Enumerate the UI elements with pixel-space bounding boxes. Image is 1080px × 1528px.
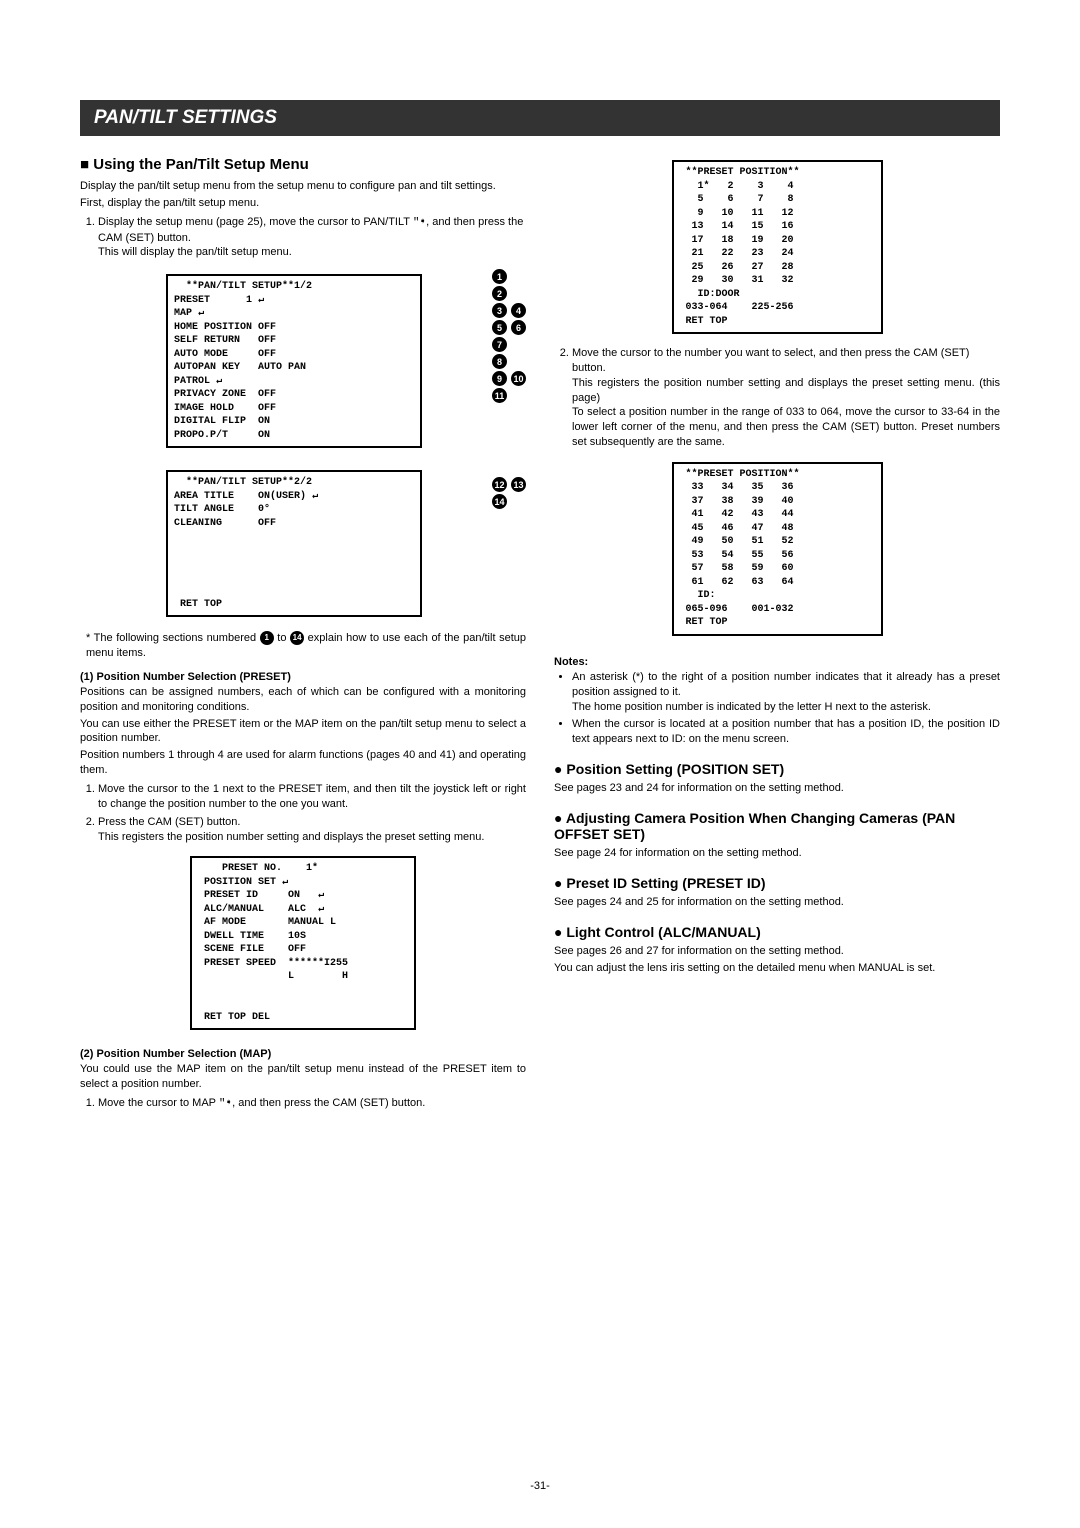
pan-tilt-menu-2-wrap: **PAN/TILT SETUP**2/2 AREA TITLE ON(USER…: [100, 462, 526, 625]
pan-tilt-menu-1-wrap: **PAN/TILT SETUP**1/2 PRESET 1 ↵ MAP ↵ H…: [100, 266, 526, 456]
notes-list: An asterisk (*) to the right of a positi…: [554, 670, 1000, 747]
intro-para-1: Display the pan/tilt setup menu from the…: [80, 179, 526, 194]
note-1: An asterisk (*) to the right of a positi…: [572, 670, 1000, 715]
callout-2: 2: [492, 286, 507, 301]
right-column: **PRESET POSITION** 1* 2 3 4 5 6 7 8 9 1…: [554, 152, 1000, 1116]
note-2: When the cursor is located at a position…: [572, 717, 1000, 747]
sec2-steps: Move the cursor to MAP "➧, and then pres…: [80, 1096, 526, 1112]
pointer-icon: "➧: [219, 1098, 232, 1110]
para-preset-id: See pages 24 and 25 for information on t…: [554, 895, 1000, 910]
preset-position-menu-1: **PRESET POSITION** 1* 2 3 4 5 6 7 8 9 1…: [672, 160, 883, 334]
callout-1: 1: [492, 269, 507, 284]
note-1b: The home position number is indicated by…: [572, 700, 1000, 715]
section-banner: PAN/TILT SETTINGS: [80, 100, 1000, 136]
preset-position-menu-2: **PRESET POSITION** 33 34 35 36 37 38 39…: [672, 462, 883, 636]
right-step2: Move the cursor to the number you want t…: [572, 346, 1000, 450]
heading-position-set: Position Setting (POSITION SET): [554, 761, 1000, 777]
callout-14: 14: [492, 494, 507, 509]
para-position-set: See pages 23 and 24 for information on t…: [554, 781, 1000, 796]
intro-steps: Display the setup menu (page 25), move t…: [80, 215, 526, 261]
preset-menu-wrap: PRESET NO. 1* POSITION SET ↵ PRESET ID O…: [80, 848, 526, 1038]
step-1-note: This will display the pan/tilt setup men…: [98, 245, 526, 260]
para-light-control-2: You can adjust the lens iris setting on …: [554, 961, 1000, 976]
callout-10: 10: [511, 371, 526, 386]
para-light-control: See pages 26 and 27 for information on t…: [554, 944, 1000, 959]
sec1-p1: Positions can be assigned numbers, each …: [80, 685, 526, 715]
right-steps: Move the cursor to the number you want t…: [554, 346, 1000, 450]
intro-para-2: First, display the pan/tilt setup menu.: [80, 196, 526, 211]
sec1-step2: Press the CAM (SET) button. This registe…: [98, 815, 526, 845]
menu-2-callouts: 12 13 14: [492, 462, 526, 510]
pointer-icon: "➧: [413, 217, 426, 229]
right-step2c: To select a position number in the range…: [572, 405, 1000, 450]
callout-12: 12: [492, 477, 507, 492]
left-column: Using the Pan/Tilt Setup Menu Display th…: [80, 152, 526, 1116]
callout-3: 3: [492, 303, 507, 318]
callout-8: 8: [492, 354, 507, 369]
callout-5: 5: [492, 320, 507, 335]
callout-4: 4: [511, 303, 526, 318]
callout-footnote: * The following sections numbered 1 to 1…: [86, 631, 526, 661]
step-1: Display the setup menu (page 25), move t…: [98, 215, 526, 261]
callout-11: 11: [492, 388, 507, 403]
right-step2b: This registers the position number setti…: [572, 376, 1000, 406]
callout-ref-14: 14: [290, 631, 304, 645]
pan-tilt-menu-1: **PAN/TILT SETUP**1/2 PRESET 1 ↵ MAP ↵ H…: [166, 274, 422, 448]
sec1-title: (1) Position Number Selection (PRESET): [80, 671, 526, 683]
sec1-step2b: This registers the position number setti…: [98, 830, 526, 845]
sec1-p3: Position numbers 1 through 4 are used fo…: [80, 748, 526, 778]
heading-light-control: Light Control (ALC/MANUAL): [554, 924, 1000, 940]
pan-tilt-menu-2: **PAN/TILT SETUP**2/2 AREA TITLE ON(USER…: [166, 470, 422, 617]
sec1-step1: Move the cursor to the 1 next to the PRE…: [98, 782, 526, 812]
preset-menu: PRESET NO. 1* POSITION SET ↵ PRESET ID O…: [190, 856, 416, 1030]
preset-position-2-wrap: **PRESET POSITION** 33 34 35 36 37 38 39…: [554, 454, 1000, 644]
menu-1-callouts: 1 2 34 56 7 8 9 10 11: [492, 266, 526, 404]
heading-preset-id: Preset ID Setting (PRESET ID): [554, 875, 1000, 891]
manual-page: PAN/TILT SETTINGS Using the Pan/Tilt Set…: [0, 0, 1080, 1528]
sec2-title: (2) Position Number Selection (MAP): [80, 1048, 526, 1060]
callout-7: 7: [492, 337, 507, 352]
heading-using-menu: Using the Pan/Tilt Setup Menu: [80, 156, 526, 173]
sec2-step1: Move the cursor to MAP "➧, and then pres…: [98, 1096, 526, 1112]
para-pan-offset: See page 24 for information on the setti…: [554, 846, 1000, 861]
page-number: -31-: [0, 1480, 1080, 1492]
sec1-steps: Move the cursor to the 1 next to the PRE…: [80, 782, 526, 844]
preset-position-1-wrap: **PRESET POSITION** 1* 2 3 4 5 6 7 8 9 1…: [554, 152, 1000, 342]
callout-ref-1: 1: [260, 631, 274, 645]
callout-9: 9: [492, 371, 507, 386]
notes-heading: Notes:: [554, 656, 1000, 668]
callout-13: 13: [511, 477, 526, 492]
heading-pan-offset: Adjusting Camera Position When Changing …: [554, 810, 1000, 842]
sec2-p1: You could use the MAP item on the pan/ti…: [80, 1062, 526, 1092]
callout-6: 6: [511, 320, 526, 335]
sec1-p2: You can use either the PRESET item or th…: [80, 717, 526, 747]
two-column-layout: Using the Pan/Tilt Setup Menu Display th…: [80, 152, 1000, 1116]
